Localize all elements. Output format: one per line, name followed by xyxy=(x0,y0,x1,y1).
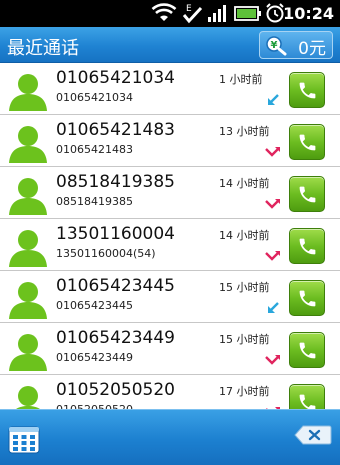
call-detail: 01065421034 xyxy=(56,91,133,104)
backspace-icon[interactable] xyxy=(294,425,332,445)
balance-amount: 0元 xyxy=(298,39,326,59)
call-detail: 01065423449 xyxy=(56,351,133,364)
call-log-row[interactable]: 01065421483 01065421483 13 小时前 xyxy=(0,116,340,167)
call-time: 13 小时前 xyxy=(219,125,270,138)
status-bar: E 10:24 xyxy=(0,0,340,27)
missed-call-icon xyxy=(265,199,280,209)
call-number: 08518419385 xyxy=(56,172,175,192)
call-time: 17 小时前 xyxy=(219,385,270,398)
status-time: 10:24 xyxy=(283,4,334,23)
call-number: 13501160004 xyxy=(56,224,175,244)
contact-avatar-icon xyxy=(9,178,47,215)
svg-text:¥: ¥ xyxy=(271,40,278,51)
call-number: 01052050520 xyxy=(56,380,175,400)
phone-icon xyxy=(299,186,316,203)
page-title: 最近通话 xyxy=(7,38,79,59)
dial-button[interactable] xyxy=(289,228,325,264)
contact-avatar-icon xyxy=(16,386,40,409)
call-detail: 13501160004(54) xyxy=(56,247,156,260)
call-log-row[interactable]: 01065423445 01065423445 15 小时前 xyxy=(0,272,340,323)
call-log-row[interactable]: 01052050520 01052050520 17 小时前 xyxy=(0,376,340,409)
call-number: 01065423445 xyxy=(56,276,175,296)
dial-button[interactable] xyxy=(289,124,325,160)
call-log-row[interactable]: 01065423449 01065423449 15 小时前 xyxy=(0,324,340,375)
call-log-row[interactable]: 08518419385 08518419385 14 小时前 xyxy=(0,168,340,219)
dialpad-icon[interactable] xyxy=(8,424,40,454)
phone-icon xyxy=(299,290,316,307)
phone-icon xyxy=(299,342,316,359)
call-time: 14 小时前 xyxy=(219,177,270,190)
call-detail: 08518419385 xyxy=(56,195,133,208)
incoming-call-icon xyxy=(268,302,279,313)
call-log-list[interactable]: 01065421034 01065421034 1 小时前 0106542148… xyxy=(0,64,340,409)
call-time: 1 小时前 xyxy=(219,73,263,86)
phone-icon xyxy=(299,394,316,409)
call-number: 01065423449 xyxy=(56,328,175,348)
call-time: 15 小时前 xyxy=(219,281,270,294)
call-number: 01065421483 xyxy=(56,120,175,140)
check-icon: E xyxy=(182,4,203,24)
battery-icon xyxy=(234,6,261,21)
bottom-toolbar xyxy=(0,409,340,465)
dial-button[interactable] xyxy=(289,72,325,108)
phone-icon xyxy=(299,82,316,99)
search-coin-icon: ¥ xyxy=(266,36,287,56)
wifi-icon xyxy=(151,3,177,21)
missed-call-icon xyxy=(265,355,280,365)
call-number: 01065421034 xyxy=(56,68,175,88)
dial-button[interactable] xyxy=(289,384,325,409)
contact-avatar-icon xyxy=(9,74,47,111)
contact-avatar-icon xyxy=(9,126,47,163)
call-log-row[interactable]: 01065421034 01065421034 1 小时前 xyxy=(0,64,340,115)
title-bar: 最近通话 ¥ 0元 xyxy=(0,27,340,63)
edge-network-icon: E xyxy=(186,4,192,14)
missed-call-icon xyxy=(265,251,280,261)
balance-button[interactable]: ¥ 0元 xyxy=(259,31,333,59)
call-time: 14 小时前 xyxy=(219,229,270,242)
call-detail: 01065421483 xyxy=(56,143,133,156)
contact-avatar-icon xyxy=(9,230,47,267)
dial-button[interactable] xyxy=(289,332,325,368)
phone-icon xyxy=(299,134,316,151)
dial-button[interactable] xyxy=(289,280,325,316)
contact-avatar-icon xyxy=(9,282,47,319)
call-detail: 01065423445 xyxy=(56,299,133,312)
incoming-call-icon xyxy=(268,94,279,105)
call-time: 15 小时前 xyxy=(219,333,270,346)
contact-avatar-icon xyxy=(9,334,47,371)
signal-icon xyxy=(208,5,226,22)
dial-button[interactable] xyxy=(289,176,325,212)
missed-call-icon xyxy=(265,147,280,157)
phone-icon xyxy=(299,238,316,255)
call-log-row[interactable]: 13501160004 13501160004(54) 14 小时前 xyxy=(0,220,340,271)
